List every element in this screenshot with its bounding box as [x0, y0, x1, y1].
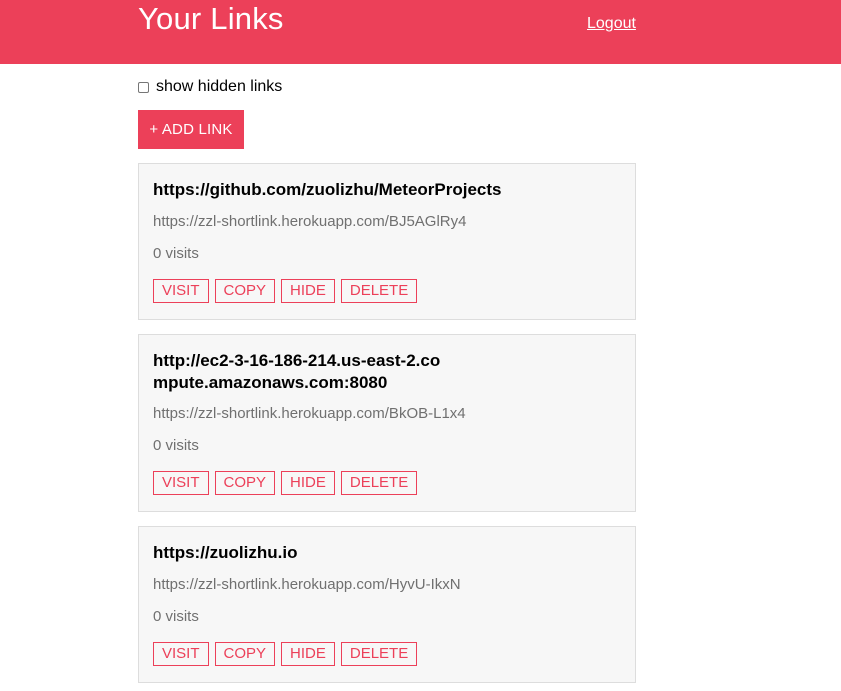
delete-button[interactable]: DELETE	[340, 471, 418, 495]
short-url: https://zzl-shortlink.herokuapp.com/BkOB…	[153, 405, 466, 422]
copy-button[interactable]: COPY	[214, 471, 276, 495]
link-actions: VISIT COPY HIDE DELETE	[153, 642, 418, 666]
link-card: https://github.com/zuolizhu/MeteorProjec…	[138, 163, 636, 320]
link-url: https://zuolizhu.io	[153, 543, 298, 562]
add-link-button[interactable]: + ADD LINK	[138, 110, 244, 149]
hide-button[interactable]: HIDE	[281, 471, 335, 495]
visit-count: 0 visits	[153, 245, 199, 262]
logout-link[interactable]: Logout	[587, 15, 636, 33]
delete-button[interactable]: DELETE	[340, 279, 418, 303]
show-hidden-checkbox[interactable]	[138, 81, 149, 93]
hide-button[interactable]: HIDE	[281, 279, 335, 303]
show-hidden-toggle[interactable]: show hidden links	[138, 78, 282, 96]
link-card: http://ec2-3-16-186-214.us-east-2.comput…	[138, 334, 636, 512]
visit-button[interactable]: VISIT	[153, 642, 209, 666]
visit-button[interactable]: VISIT	[153, 279, 209, 303]
show-hidden-label: show hidden links	[156, 78, 283, 95]
copy-button[interactable]: COPY	[214, 642, 276, 666]
link-actions: VISIT COPY HIDE DELETE	[153, 471, 418, 495]
page-title: Your Links	[138, 1, 284, 36]
visit-button[interactable]: VISIT	[153, 471, 209, 495]
link-url: http://ec2-3-16-186-214.us-east-2.comput…	[153, 351, 441, 392]
link-actions: VISIT COPY HIDE DELETE	[153, 279, 418, 303]
visit-count: 0 visits	[153, 608, 199, 625]
short-url: https://zzl-shortlink.herokuapp.com/BJ5A…	[153, 213, 467, 230]
visit-count: 0 visits	[153, 437, 199, 454]
link-url: https://github.com/zuolizhu/MeteorProjec…	[153, 180, 502, 199]
app-header: Your Links Logout	[0, 0, 841, 64]
short-url: https://zzl-shortlink.herokuapp.com/HyvU…	[153, 576, 461, 593]
hide-button[interactable]: HIDE	[281, 642, 335, 666]
copy-button[interactable]: COPY	[214, 279, 276, 303]
delete-button[interactable]: DELETE	[340, 642, 418, 666]
link-card: https://zuolizhu.io https://zzl-shortlin…	[138, 526, 636, 683]
